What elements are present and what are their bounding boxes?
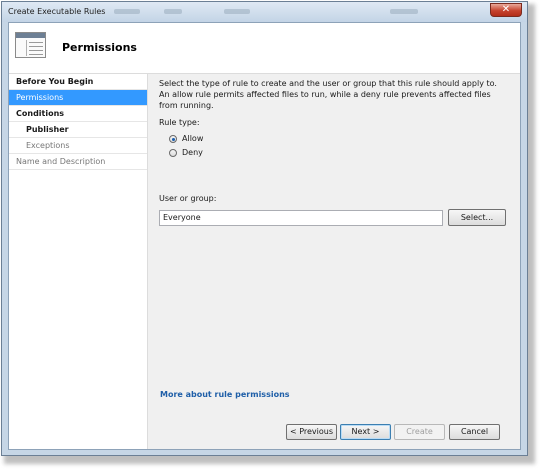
dialog-client-area: Permissions Before You Begin Permissions… <box>8 22 521 450</box>
window-title: Create Executable Rules <box>8 7 106 16</box>
background-column-ghost <box>114 9 140 14</box>
allow-radio-label[interactable]: Allow <box>182 134 203 143</box>
background-column-ghost <box>164 9 182 14</box>
wizard-steps-sidebar: Before You Begin Permissions Conditions … <box>9 74 148 449</box>
create-button: Create <box>394 424 445 440</box>
sidebar-item-label: Conditions <box>16 109 65 118</box>
user-group-label: User or group: <box>159 194 217 203</box>
sidebar-item-label: Exceptions <box>26 141 70 150</box>
close-button[interactable]: ✕ <box>490 3 522 17</box>
sidebar-item-conditions[interactable]: Conditions <box>9 106 147 122</box>
close-icon: ✕ <box>501 4 511 15</box>
sidebar-item-publisher[interactable]: Publisher <box>9 122 147 138</box>
background-column-ghost <box>224 9 250 14</box>
select-button[interactable]: Select... <box>448 209 506 226</box>
allow-radio-button[interactable] <box>169 135 177 143</box>
next-button[interactable]: Next > <box>340 424 391 440</box>
sidebar-item-label: Permissions <box>16 93 64 102</box>
wizard-page-icon <box>15 32 46 58</box>
dialog-window: Create Executable Rules ✕ Permissions Be… <box>1 1 528 456</box>
sidebar-item-before-you-begin[interactable]: Before You Begin <box>9 74 147 90</box>
sidebar-item-exceptions[interactable]: Exceptions <box>9 138 147 154</box>
title-bar[interactable]: Create Executable Rules ✕ <box>2 2 527 22</box>
background-column-ghost <box>390 9 418 14</box>
description-text: Select the type of rule to create and th… <box>159 79 497 110</box>
user-group-field[interactable]: Everyone <box>159 210 443 226</box>
page-title: Permissions <box>62 41 137 54</box>
page-header: Permissions <box>9 23 520 74</box>
deny-radio-button[interactable] <box>169 149 177 157</box>
previous-button[interactable]: < Previous <box>286 424 337 440</box>
sidebar-item-label: Before You Begin <box>16 77 94 86</box>
sidebar-item-label: Name and Description <box>16 157 106 166</box>
cancel-button[interactable]: Cancel <box>449 424 500 440</box>
more-about-rule-permissions-link[interactable]: More about rule permissions <box>160 390 290 399</box>
deny-radio-label[interactable]: Deny <box>182 148 203 157</box>
rule-type-label: Rule type: <box>159 118 200 127</box>
sidebar-item-permissions[interactable]: Permissions <box>9 90 147 106</box>
sidebar-item-name-and-description[interactable]: Name and Description <box>9 154 147 170</box>
main-content: Select the type of rule to create and th… <box>159 78 509 226</box>
sidebar-item-label: Publisher <box>26 125 69 134</box>
